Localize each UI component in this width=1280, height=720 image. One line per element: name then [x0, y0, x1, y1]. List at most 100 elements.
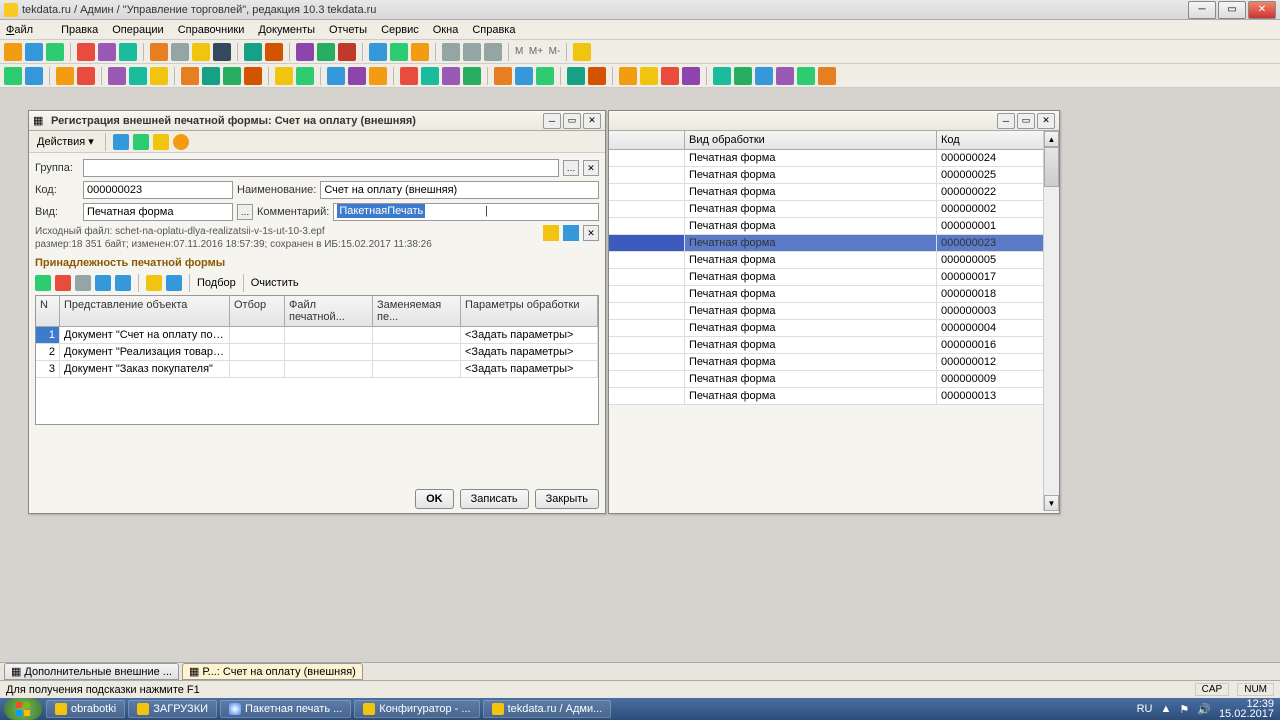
table-row[interactable]: 3Документ "Заказ покупателя"<Задать пара…: [36, 361, 598, 378]
toolbar-icon[interactable]: [133, 134, 149, 150]
podbor-link[interactable]: Подбор: [197, 277, 236, 289]
tb-icon[interactable]: [818, 67, 836, 85]
task-configurator[interactable]: Конфигуратор - ...: [354, 700, 479, 718]
tb-icon[interactable]: [536, 67, 554, 85]
input-code[interactable]: [83, 181, 233, 199]
panel-minimize-button[interactable]: ─: [543, 113, 561, 129]
table-row[interactable]: 2Документ "Реализация товаров ...<Задать…: [36, 344, 598, 361]
tb-icon[interactable]: [348, 67, 366, 85]
menu-edit[interactable]: Правка: [61, 24, 98, 36]
col-n[interactable]: N: [36, 296, 60, 326]
tray-icon[interactable]: ▲: [1160, 703, 1171, 715]
system-tray[interactable]: RU ▲ ⚑ 🔊 12:39 15.02.2017: [1131, 699, 1280, 719]
input-group[interactable]: [83, 159, 559, 177]
tb-icon[interactable]: [776, 67, 794, 85]
tb-icon[interactable]: [494, 67, 512, 85]
list-item[interactable]: Печатная форма000000005: [609, 252, 1059, 269]
list-item[interactable]: Печатная форма000000002: [609, 201, 1059, 218]
save-button[interactable]: Записать: [460, 489, 529, 509]
table-row[interactable]: 1Документ "Счет на оплату покуп...<Задат…: [36, 327, 598, 344]
remove-file-button[interactable]: ✕: [583, 225, 599, 241]
list-item[interactable]: Печатная форма000000018: [609, 286, 1059, 303]
clear-link[interactable]: Очистить: [251, 277, 299, 289]
tb-icon[interactable]: [77, 67, 95, 85]
toolbar-icon[interactable]: [113, 134, 129, 150]
tray-icon[interactable]: ⚑: [1179, 703, 1189, 716]
col-filter[interactable]: Отбор: [230, 296, 285, 326]
list-item[interactable]: Печатная форма000000017: [609, 269, 1059, 286]
sort-desc-icon[interactable]: [115, 275, 131, 291]
col-file[interactable]: Файл печатной...: [285, 296, 373, 326]
tb-icon[interactable]: [192, 43, 210, 61]
menu-reports[interactable]: Отчеты: [329, 24, 367, 36]
list-item[interactable]: Печатная форма000000001: [609, 218, 1059, 235]
close-button[interactable]: ✕: [1248, 1, 1276, 19]
col-replace[interactable]: Заменяемая пе...: [373, 296, 461, 326]
tb-icon[interactable]: [463, 67, 481, 85]
tb-icon[interactable]: [713, 67, 731, 85]
tb-icon[interactable]: [150, 43, 168, 61]
scrollbar[interactable]: ▲ ▼: [1043, 131, 1059, 511]
tb-icon[interactable]: [573, 43, 591, 61]
list-item[interactable]: Печатная форма000000025: [609, 167, 1059, 184]
tb-icon[interactable]: [202, 67, 220, 85]
task-folder-2[interactable]: ЗАГРУЗКИ: [128, 700, 217, 718]
tab-additional-forms[interactable]: ▦Дополнительные внешние ...: [4, 663, 179, 680]
list-item[interactable]: Печатная форма000000003: [609, 303, 1059, 320]
tb-icon[interactable]: [755, 67, 773, 85]
clear-group-button[interactable]: ✕: [583, 160, 599, 176]
panel-close-button[interactable]: ✕: [583, 113, 601, 129]
tb-icon[interactable]: [640, 67, 658, 85]
tb-icon[interactable]: [150, 67, 168, 85]
tb-icon[interactable]: [515, 67, 533, 85]
tb-icon[interactable]: [463, 43, 481, 61]
list-maximize-button[interactable]: ▭: [1017, 113, 1035, 129]
tb-icon[interactable]: [567, 67, 585, 85]
col-type[interactable]: Вид обработки: [685, 131, 937, 149]
input-comment[interactable]: ПакетнаяПечать |: [333, 203, 599, 221]
tb-icon[interactable]: [797, 67, 815, 85]
menu-service[interactable]: Сервис: [381, 24, 419, 36]
list-item[interactable]: Печатная форма000000022: [609, 184, 1059, 201]
tb-icon[interactable]: [244, 43, 262, 61]
delete-icon[interactable]: [55, 275, 71, 291]
tb-icon[interactable]: [338, 43, 356, 61]
folder-icon[interactable]: [146, 275, 162, 291]
tb-icon[interactable]: [181, 67, 199, 85]
tb-icon[interactable]: [411, 43, 429, 61]
tb-icon[interactable]: [46, 43, 64, 61]
menu-documents[interactable]: Документы: [258, 24, 315, 36]
menu-file[interactable]: Файл: [6, 24, 47, 36]
task-chrome[interactable]: Пакетная печать ...: [220, 700, 351, 718]
clock[interactable]: 12:39 15.02.2017: [1219, 699, 1274, 719]
task-1c[interactable]: tekdata.ru / Адми...: [483, 700, 612, 718]
menu-operations[interactable]: Операции: [112, 24, 163, 36]
list-item[interactable]: Печатная форма000000009: [609, 371, 1059, 388]
tb-icon[interactable]: [98, 43, 116, 61]
start-button[interactable]: [4, 698, 42, 720]
list-item[interactable]: Печатная форма000000013: [609, 388, 1059, 405]
tb-icon[interactable]: [223, 67, 241, 85]
tb-icon[interactable]: [77, 43, 95, 61]
menu-directories[interactable]: Справочники: [178, 24, 245, 36]
disk-icon[interactable]: [166, 275, 182, 291]
tb-icon[interactable]: [327, 67, 345, 85]
tb-icon[interactable]: [244, 67, 262, 85]
tb-icon[interactable]: [213, 43, 231, 61]
tb-icon[interactable]: [171, 43, 189, 61]
add-icon[interactable]: [35, 275, 51, 291]
col-marker[interactable]: [609, 131, 685, 149]
tb-icon[interactable]: [588, 67, 606, 85]
tab-registration[interactable]: ▦Р...: Счет на оплату (внешняя): [182, 663, 363, 680]
tb-icon[interactable]: [4, 43, 22, 61]
tb-icon[interactable]: [296, 67, 314, 85]
menu-windows[interactable]: Окна: [433, 24, 459, 36]
tb-icon[interactable]: [4, 67, 22, 85]
tb-icon[interactable]: [442, 67, 460, 85]
tb-icon[interactable]: [296, 43, 314, 61]
tb-icon[interactable]: [265, 43, 283, 61]
open-file-icon[interactable]: [543, 225, 559, 241]
list-item[interactable]: Печатная форма000000024: [609, 150, 1059, 167]
col-repr[interactable]: Представление объекта: [60, 296, 230, 326]
task-folder-1[interactable]: obrabotki: [46, 700, 125, 718]
